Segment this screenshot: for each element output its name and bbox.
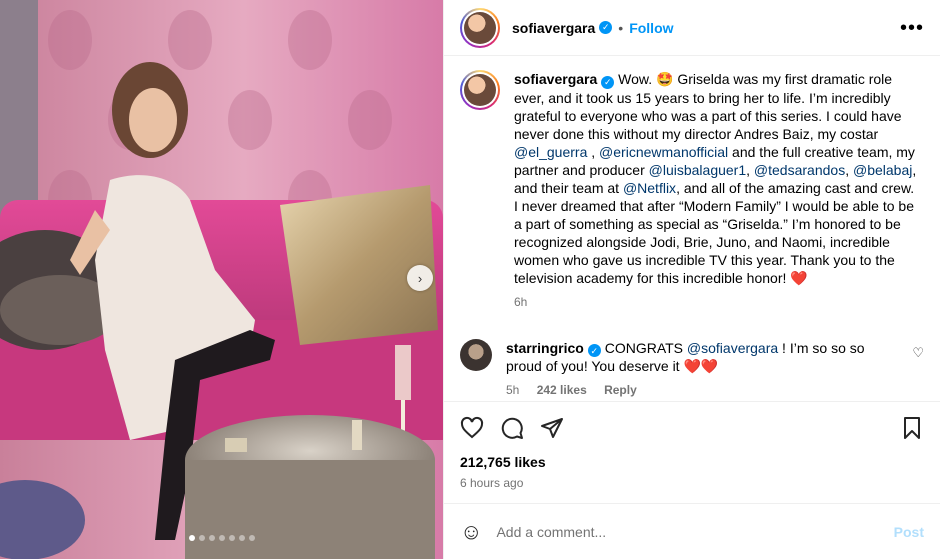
caption-body: , (845, 161, 853, 178)
carousel-dot (198, 535, 205, 541)
like-comment-heart-icon[interactable]: ♡ (912, 339, 924, 361)
carousel-dot (208, 535, 215, 541)
post-timestamp[interactable]: 6 hours ago (460, 476, 924, 490)
avatar[interactable] (464, 74, 496, 106)
comment-likes[interactable]: 242 likes (537, 383, 587, 397)
mention-link[interactable]: @tedsarandos (754, 162, 845, 178)
carousel-dot (218, 535, 225, 541)
more-options-icon[interactable]: ••• (900, 18, 924, 38)
caption-time[interactable]: 6h (514, 295, 527, 309)
post-sidebar: sofiavergara ✓ • Follow ••• sofiavergara… (443, 0, 940, 559)
heart-emoji-icon: ❤️ (790, 269, 808, 286)
comment-text: starringrico ✓ CONGRATS @sofiavergara ! I… (506, 339, 896, 376)
caption-username[interactable]: sofiavergara (514, 71, 597, 87)
comment-time[interactable]: 5h (506, 383, 519, 397)
save-bookmark-icon[interactable] (900, 416, 924, 440)
mention-link[interactable]: @ericnewmanofficial (599, 144, 728, 160)
post-actions: 212,765 likes 6 hours ago (444, 401, 940, 503)
caption-text: sofiavergara ✓ Wow. 🤩 Griselda was my fir… (514, 70, 918, 287)
emoji-icon[interactable]: ☺ (460, 519, 482, 545)
heart-emoji-icon: ❤️❤️ (683, 358, 719, 374)
comment-row: starringrico ✓ CONGRATS @sofiavergara ! I… (460, 338, 924, 397)
post-button[interactable]: Post (894, 524, 924, 540)
verified-badge-icon: ✓ (587, 344, 601, 357)
story-ring[interactable] (460, 7, 500, 48)
carousel-dot (188, 535, 195, 541)
mention-link[interactable]: @belabaj (853, 162, 912, 178)
comments-section: sofiavergara ✓ Wow. 🤩 Griselda was my fir… (444, 56, 940, 401)
carousel-dot (248, 535, 255, 541)
caption-meta: 6h (514, 295, 918, 309)
chevron-right-icon: › (417, 270, 423, 286)
avatar[interactable] (460, 338, 492, 371)
caption-row: sofiavergara ✓ Wow. 🤩 Griselda was my fir… (460, 70, 924, 309)
caption-body: , (746, 161, 754, 178)
separator: • (618, 19, 624, 36)
mention-link[interactable]: @el_guerra (514, 144, 587, 160)
verified-badge-icon: ✓ (599, 21, 613, 34)
mention-link[interactable]: @luisbalaguer1 (649, 162, 747, 178)
post-header: sofiavergara ✓ • Follow ••• (444, 0, 940, 56)
author-username[interactable]: sofiavergara (512, 20, 595, 36)
avatar[interactable] (464, 11, 496, 44)
post-photo[interactable]: › (0, 0, 443, 559)
photo-illustration (0, 0, 443, 559)
comment-input[interactable] (496, 523, 894, 540)
comment-meta: 5h 242 likes Reply (506, 383, 896, 397)
likes-count[interactable]: 212,765 likes (460, 454, 924, 470)
mention-link[interactable]: @Netflix (623, 180, 676, 196)
carousel-dot (238, 535, 245, 541)
carousel-indicator (0, 535, 443, 541)
next-slide-button[interactable]: › (407, 265, 433, 291)
comment-username[interactable]: starringrico (506, 340, 584, 356)
follow-button[interactable]: Follow (629, 20, 673, 36)
share-paper-plane-icon[interactable] (540, 416, 564, 440)
carousel-dot (228, 535, 235, 541)
mention-link[interactable]: @sofiavergara (687, 340, 778, 356)
comment-bubble-icon[interactable] (500, 416, 524, 440)
reply-button[interactable]: Reply (604, 383, 637, 397)
comment-body: CONGRATS (604, 339, 687, 356)
like-heart-icon[interactable] (460, 416, 484, 440)
caption-body: , (587, 143, 600, 160)
add-comment-bar: ☺ Post (444, 503, 940, 559)
verified-badge-icon: ✓ (601, 75, 615, 89)
instagram-post: › sofiavergara ✓ • Follow ••• sofiaverga… (0, 0, 940, 559)
